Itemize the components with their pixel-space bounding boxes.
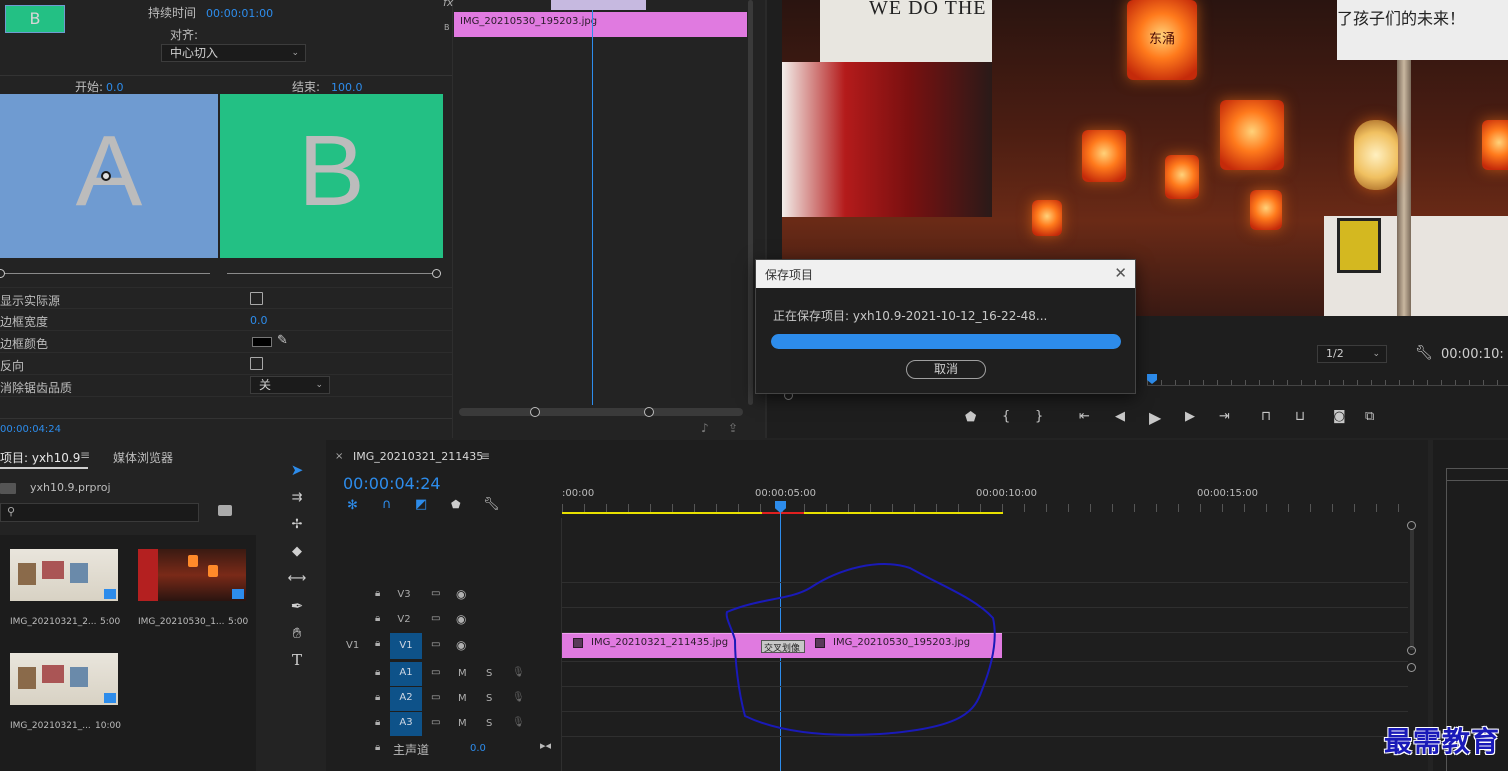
timeline-vscroll-track[interactable] [1410,530,1414,650]
timeline-vscroll-low[interactable] [1407,663,1416,672]
meters-frame-inner [1446,480,1508,481]
watermark: 最需教育 [1384,725,1501,758]
timeline-vscroll-mid[interactable] [1407,646,1416,655]
timeline-vscroll-top[interactable] [1407,521,1416,530]
hand-drawn-annotation [725,563,996,736]
